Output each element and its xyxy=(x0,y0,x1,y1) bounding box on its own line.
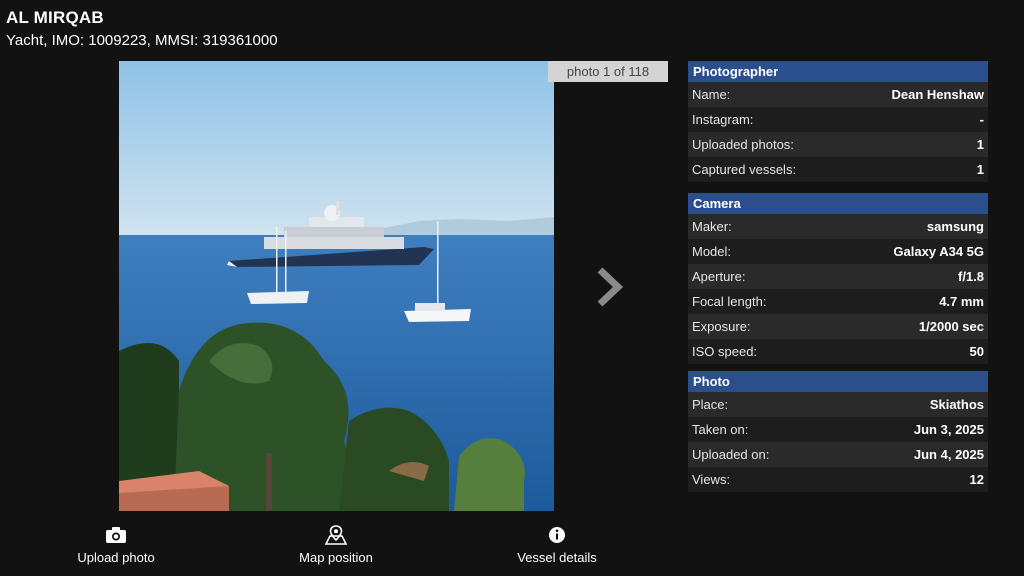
upload-photo-button[interactable]: Upload photo xyxy=(46,525,186,565)
row-key: Name: xyxy=(692,87,731,102)
row-key: Maker: xyxy=(692,219,732,234)
row-value: 50 xyxy=(969,344,984,359)
next-photo-button[interactable] xyxy=(590,262,630,312)
row-key: Model: xyxy=(692,244,732,259)
photo-scene xyxy=(119,61,554,511)
info-row-iso-speed: ISO speed: 50 xyxy=(688,339,988,364)
info-row-taken-on: Taken on: Jun 3, 2025 xyxy=(688,417,988,442)
vessel-subtitle: Yacht, IMO: 1009223, MMSI: 319361000 xyxy=(6,32,278,49)
row-value: Galaxy A34 5G xyxy=(893,244,984,259)
camera-panel: Camera Maker: samsung Model: Galaxy A34 5G… xyxy=(688,193,988,364)
info-row-name: Name: Dean Henshaw xyxy=(688,82,988,107)
camera-rows: Maker: samsung Model: Galaxy A34 5G Apertu… xyxy=(688,214,988,364)
vessel-title: AL MIRQAB xyxy=(6,8,104,27)
info-row-captured-vessels: Captured vessels: 1 xyxy=(688,157,988,182)
photo-rows: Place: Skiathos Taken on: Jun 3, 2025 Uplo… xyxy=(688,392,988,492)
info-row-exposure: Exposure: 1/2000 sec xyxy=(688,314,988,339)
map-pin-icon xyxy=(324,525,348,545)
row-value: 1 xyxy=(976,137,984,152)
vessel-photo[interactable] xyxy=(119,61,554,511)
info-row-views: Views: 12 xyxy=(688,467,988,492)
camera-icon xyxy=(106,527,126,543)
row-value: f/1.8 xyxy=(957,269,984,284)
row-key: Captured vessels: xyxy=(692,162,797,177)
photo-counter: photo 1 of 118 xyxy=(548,61,668,82)
info-row-uploaded-on: Uploaded on: Jun 4, 2025 xyxy=(688,442,988,467)
photographer-panel-title: Photographer xyxy=(688,61,988,82)
row-value: samsung xyxy=(926,219,984,234)
chevron-right-icon xyxy=(597,267,624,307)
info-row-model: Model: Galaxy A34 5G xyxy=(688,239,988,264)
row-value: 1 xyxy=(976,162,984,177)
action-bar: Upload photo Map position Vessel details xyxy=(0,525,700,575)
info-row-focal-length: Focal length: 4.7 mm xyxy=(688,289,988,314)
info-row-uploaded-photos: Uploaded photos: 1 xyxy=(688,132,988,157)
photo-info-panel: Photo Place: Skiathos Taken on: Jun 3, 202… xyxy=(688,371,988,492)
info-icon xyxy=(549,527,565,543)
row-value: Jun 4, 2025 xyxy=(913,447,984,462)
vessel-details-label: Vessel details xyxy=(517,550,597,565)
photo-panel-title: Photo xyxy=(688,371,988,392)
place-value[interactable]: Skiathos xyxy=(930,397,984,412)
photographer-rows: Name: Dean Henshaw Instagram: - Uploaded p… xyxy=(688,82,988,182)
info-row-maker: Maker: samsung xyxy=(688,214,988,239)
map-position-button[interactable]: Map position xyxy=(266,525,406,565)
row-key: Uploaded photos: xyxy=(692,137,794,152)
row-key: Focal length: xyxy=(692,294,767,309)
info-row-place: Place: Skiathos xyxy=(688,392,988,417)
row-value: 1/2000 sec xyxy=(918,319,984,334)
row-key: Uploaded on: xyxy=(692,447,770,462)
row-key: Views: xyxy=(692,472,731,487)
row-key: ISO speed: xyxy=(692,344,758,359)
photographer-name[interactable]: Dean Henshaw xyxy=(892,87,984,102)
info-row-aperture: Aperture: f/1.8 xyxy=(688,264,988,289)
row-key: Instagram: xyxy=(692,112,754,127)
info-row-instagram: Instagram: - xyxy=(688,107,988,132)
row-key: Exposure: xyxy=(692,319,751,334)
row-value: 12 xyxy=(969,472,984,487)
camera-panel-title: Camera xyxy=(688,193,988,214)
row-value: - xyxy=(979,112,984,127)
row-key: Aperture: xyxy=(692,269,746,284)
map-position-label: Map position xyxy=(299,550,373,565)
photographer-panel: Photographer Name: Dean Henshaw Instagram… xyxy=(688,61,988,182)
row-key: Taken on: xyxy=(692,422,749,437)
row-value: 4.7 mm xyxy=(939,294,984,309)
upload-photo-label: Upload photo xyxy=(77,550,155,565)
row-value: Jun 3, 2025 xyxy=(913,422,984,437)
row-key: Place: xyxy=(692,397,729,412)
vessel-details-button[interactable]: Vessel details xyxy=(487,525,627,565)
